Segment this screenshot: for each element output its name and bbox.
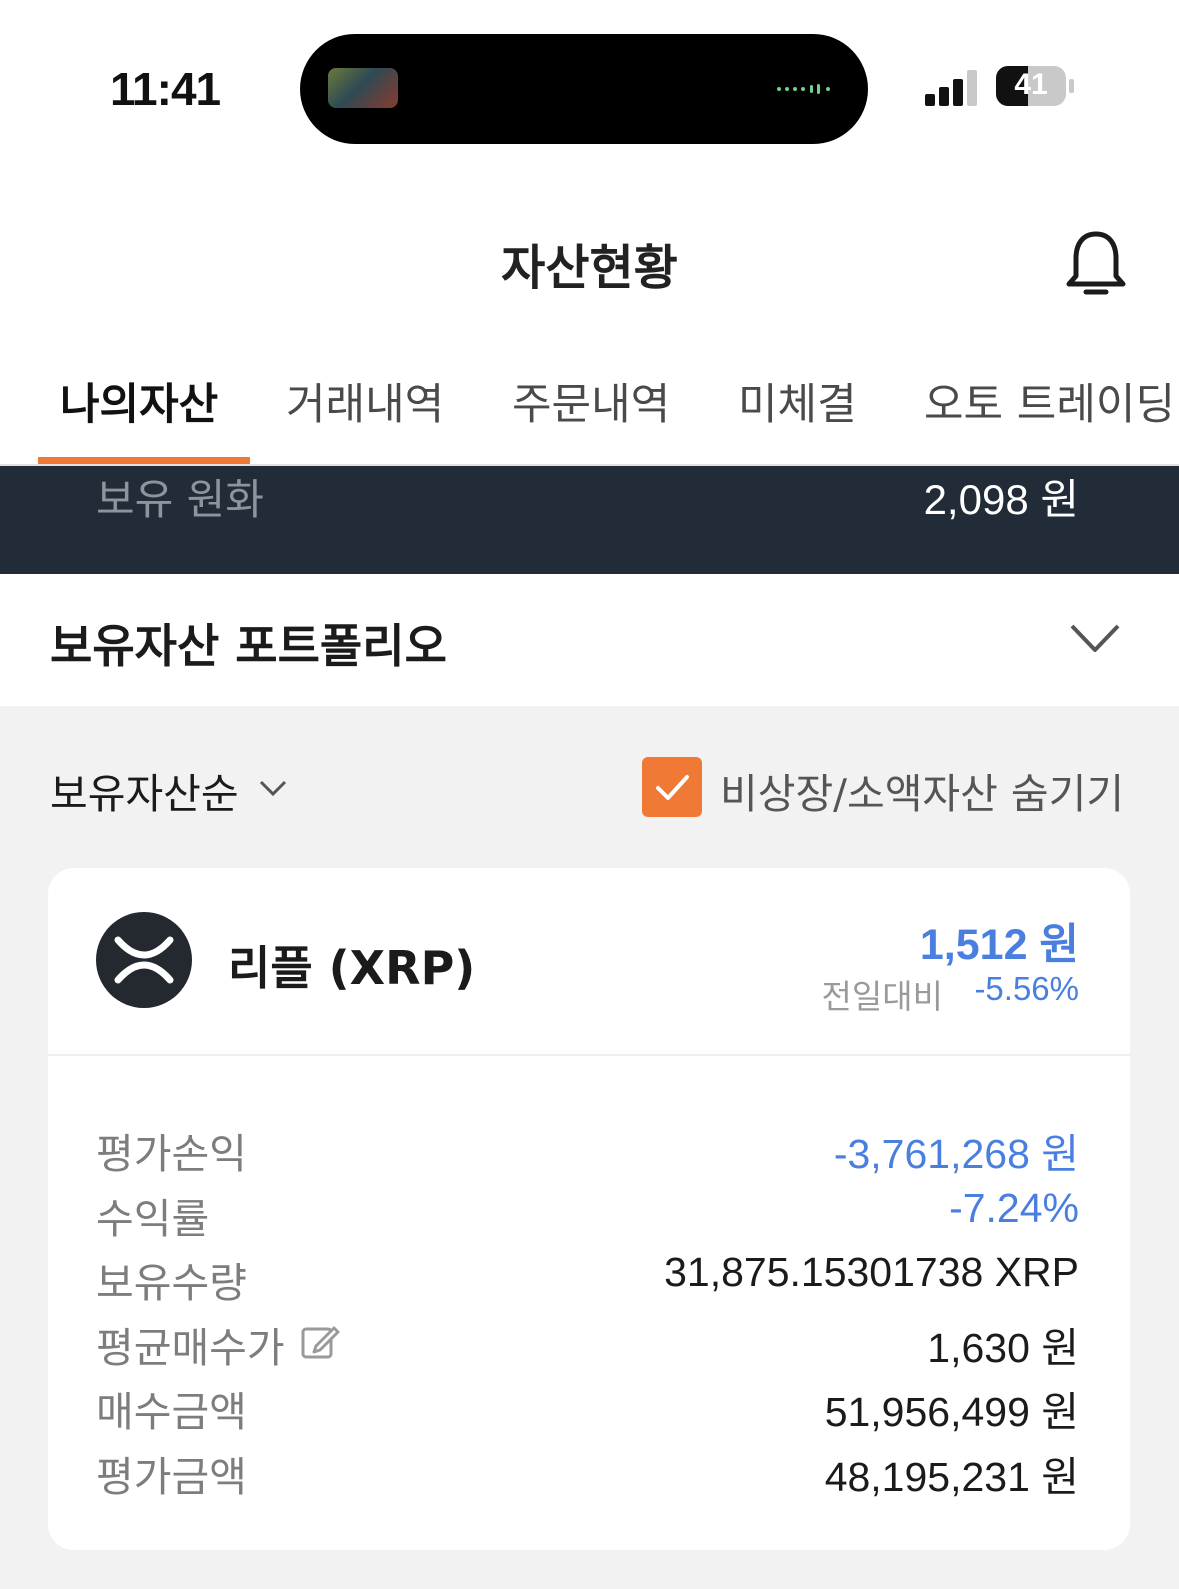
battery-level: 41 (1014, 68, 1048, 101)
avg-buy-price-value: 1,630 원 (927, 1325, 1079, 1371)
tab-auto-trading[interactable]: 오토 트레이딩 (924, 370, 1175, 432)
profit-loss-value: -3,761,268 원 (833, 1131, 1079, 1177)
tab-order-history[interactable]: 주문내역 (512, 370, 670, 432)
buy-amount-label: 매수금액 (96, 1388, 247, 1436)
krw-balance-value: 2,098 원 (923, 476, 1079, 523)
page-title: 자산현황 (501, 240, 678, 296)
hide-small-assets-label[interactable]: 비상장/소액자산 숨기기 (720, 760, 1124, 820)
tab-trade-history[interactable]: 거래내역 (286, 370, 444, 432)
hide-small-assets-checkbox[interactable] (642, 757, 702, 817)
holding-quantity-label: 보유수량 (96, 1259, 247, 1307)
asset-price: 1,512 원 (919, 921, 1079, 969)
change-label: 전일대비 (821, 977, 943, 1016)
eval-amount-label: 평가금액 (96, 1453, 247, 1501)
edit-icon[interactable] (300, 1322, 340, 1362)
dynamic-island[interactable] (300, 34, 868, 144)
asset-name: 리플 (XRP) (228, 941, 476, 995)
chevron-down-icon[interactable] (258, 778, 288, 798)
check-icon (656, 775, 689, 800)
audio-wave-icon (777, 84, 830, 94)
buy-amount-value: 51,956,499 원 (824, 1389, 1079, 1435)
bell-icon[interactable] (1064, 228, 1128, 298)
tab-unfilled[interactable]: 미체결 (738, 370, 857, 432)
battery-icon: 41 (996, 66, 1076, 106)
tab-my-assets[interactable]: 나의자산 (60, 370, 218, 432)
return-rate-label: 수익률 (96, 1195, 210, 1243)
change-value: -5.56% (974, 970, 1079, 1007)
card-divider (48, 1054, 1130, 1056)
avg-buy-price-label: 평균매수가 (96, 1324, 285, 1372)
holding-quantity-value: 31,875.15301738 XRP (664, 1249, 1079, 1295)
portfolio-title: 보유자산 포트폴리오 (50, 619, 447, 673)
sort-dropdown[interactable]: 보유자산순 (50, 760, 239, 820)
signal-icon (925, 70, 977, 106)
xrp-logo-icon (96, 912, 192, 1008)
eval-amount-value: 48,195,231 원 (824, 1454, 1079, 1500)
krw-balance-label: 보유 원화 (96, 475, 264, 524)
profit-loss-label: 평가손익 (96, 1130, 247, 1178)
return-rate-value: -7.24% (949, 1185, 1079, 1231)
chevron-down-icon[interactable] (1068, 620, 1122, 656)
now-playing-thumbnail (328, 68, 398, 108)
status-time: 11:41 (110, 63, 221, 115)
